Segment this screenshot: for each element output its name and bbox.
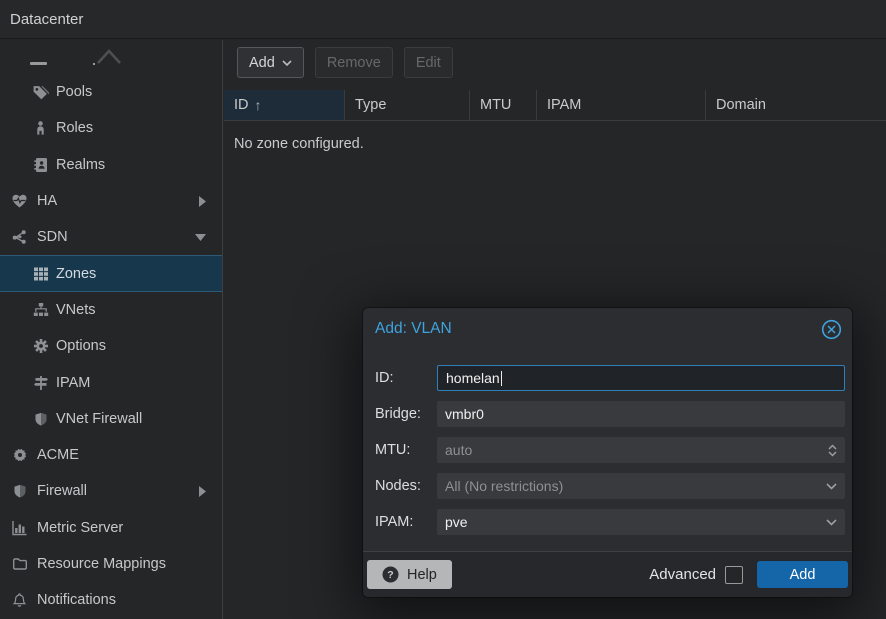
sidebar-item-firewall[interactable]: Firewall (0, 473, 222, 509)
add-vlan-dialog: Add: VLAN ID: homelan Bridge: vmbr0 MTU:… (363, 308, 852, 597)
chevron-up-icon (96, 47, 122, 65)
top-header: Datacenter (0, 0, 886, 39)
mtu-field-row: MTU: auto (363, 437, 845, 463)
nodes-select[interactable]: All (No restrictions) (437, 473, 845, 499)
dialog-title: Add: VLAN (375, 320, 452, 338)
chevron-down-icon[interactable] (826, 483, 837, 490)
id-field-label: ID: (375, 370, 437, 386)
user-icon (31, 120, 50, 136)
collapsed-row-fragment (30, 62, 47, 65)
bar-chart-icon (10, 520, 29, 536)
dialog-header[interactable]: Add: VLAN (363, 308, 852, 340)
chevron-down-icon[interactable] (826, 519, 837, 526)
close-icon[interactable] (821, 319, 842, 340)
remove-button[interactable]: Remove (315, 47, 393, 78)
add-button[interactable]: Add (237, 47, 304, 78)
nodes-field-row: Nodes: All (No restrictions) (363, 473, 845, 499)
sidebar-item-ha[interactable]: HA (0, 183, 222, 219)
bridge-input[interactable]: vmbr0 (437, 401, 845, 427)
ipam-select[interactable]: pve (437, 509, 845, 535)
sidebar: Pools Roles Realms HA SDN (0, 40, 223, 619)
svg-text:?: ? (387, 569, 393, 581)
bridge-field-row: Bridge: vmbr0 (363, 401, 845, 427)
chevron-down-icon (195, 234, 206, 241)
address-book-icon (31, 157, 50, 173)
sidebar-item-zones[interactable]: Zones (0, 255, 222, 291)
sidebar-item-pools[interactable]: Pools (0, 74, 222, 110)
dialog-footer: ? Help Advanced Add (363, 551, 852, 597)
sidebar-item-notifications[interactable]: Notifications (0, 582, 222, 618)
edit-button[interactable]: Edit (404, 47, 453, 78)
heartbeat-icon (10, 193, 29, 209)
sidebar-item-vnets[interactable]: VNets (0, 292, 222, 328)
gear-icon (31, 338, 50, 354)
sidebar-item-partial[interactable] (0, 40, 222, 74)
sidebar-item-acme[interactable]: ACME (0, 437, 222, 473)
folder-icon (10, 556, 29, 572)
column-header-id[interactable]: ID ↑ (224, 90, 345, 120)
dialog-add-button[interactable]: Add (757, 561, 848, 588)
sidebar-item-metric-server[interactable]: Metric Server (0, 510, 222, 546)
sort-ascending-icon: ↑ (255, 97, 262, 113)
network-icon (10, 229, 29, 245)
help-button[interactable]: ? Help (367, 560, 452, 589)
chevron-right-icon (199, 196, 206, 207)
ipam-field-row: IPAM: pve (363, 509, 845, 535)
text-cursor (501, 371, 503, 386)
mtu-spinner[interactable]: auto (437, 437, 845, 463)
sidebar-item-realms[interactable]: Realms (0, 147, 222, 183)
id-input[interactable]: homelan (437, 365, 845, 391)
nodes-field-label: Nodes: (375, 478, 437, 494)
spinner-arrows-icon[interactable] (828, 444, 837, 457)
certificate-icon (10, 447, 29, 463)
column-header-mtu[interactable]: MTU (470, 90, 537, 120)
advanced-checkbox[interactable] (725, 566, 743, 584)
column-header-ipam[interactable]: IPAM (537, 90, 706, 120)
sidebar-item-options[interactable]: Options (0, 328, 222, 364)
shield-icon (31, 411, 50, 427)
bridge-field-label: Bridge: (375, 406, 437, 422)
tags-icon (31, 84, 50, 101)
advanced-label: Advanced (649, 566, 716, 583)
question-circle-icon: ? (382, 566, 399, 583)
id-field-row: ID: homelan (363, 365, 845, 391)
column-header-domain[interactable]: Domain (706, 90, 886, 120)
grid-icon (31, 266, 50, 282)
bell-icon (10, 592, 29, 608)
chevron-down-icon (282, 60, 292, 66)
sidebar-item-ipam[interactable]: IPAM (0, 364, 222, 400)
shield-icon (10, 483, 29, 499)
zones-toolbar: Add Remove Edit (237, 47, 453, 78)
dialog-body: ID: homelan Bridge: vmbr0 MTU: auto Node… (363, 365, 852, 535)
sidebar-item-roles[interactable]: Roles (0, 110, 222, 146)
chevron-right-icon (199, 486, 206, 497)
page-title: Datacenter (10, 11, 83, 28)
mtu-field-label: MTU: (375, 442, 437, 458)
sidebar-item-vnet-firewall[interactable]: VNet Firewall (0, 401, 222, 437)
sitemap-icon (31, 302, 50, 318)
column-header-type[interactable]: Type (345, 90, 470, 120)
sidebar-item-sdn[interactable]: SDN (0, 219, 222, 255)
collapsed-row-fragment (93, 63, 95, 65)
sidebar-item-resource-mappings[interactable]: Resource Mappings (0, 546, 222, 582)
signpost-icon (31, 375, 50, 391)
zones-table-header: ID ↑ Type MTU IPAM Domain (224, 90, 886, 121)
ipam-field-label: IPAM: (375, 514, 437, 530)
empty-table-message: No zone configured. (234, 136, 364, 152)
